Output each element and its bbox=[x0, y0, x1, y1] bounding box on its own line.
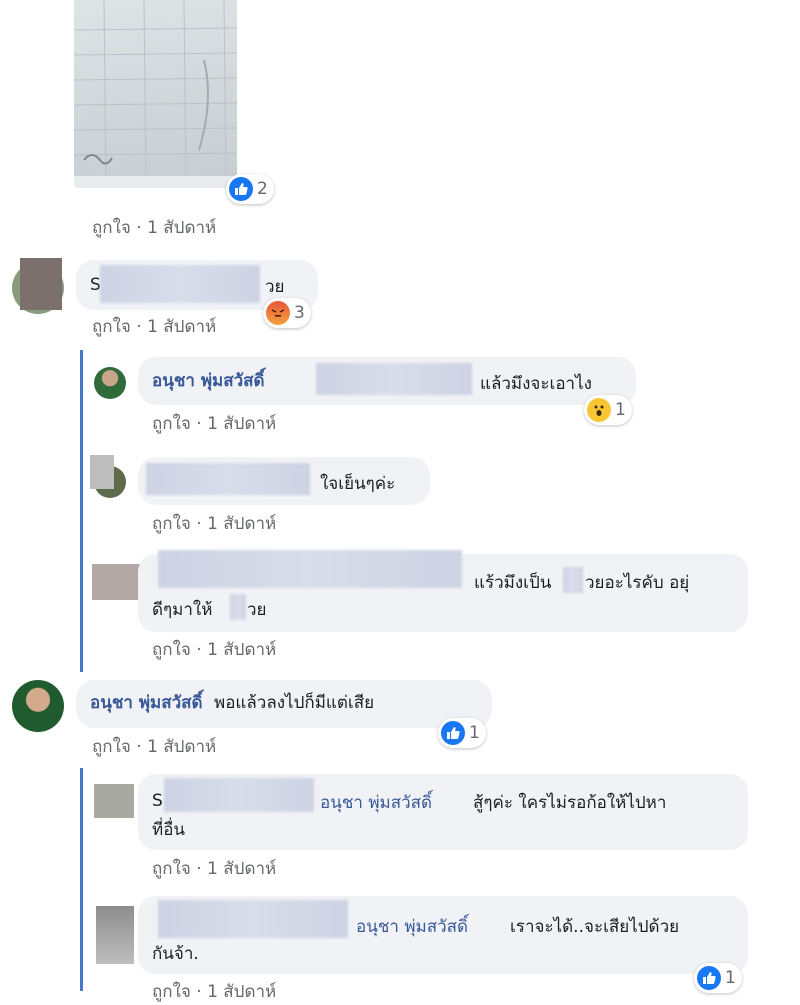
like-link[interactable]: ถูกใจ bbox=[152, 414, 191, 434]
avatar[interactable] bbox=[94, 784, 134, 818]
reaction-count: 3 bbox=[294, 303, 305, 323]
redacted-word bbox=[230, 594, 246, 620]
timestamp[interactable]: 1 สัปดาห์ bbox=[207, 640, 276, 660]
reaction-badge[interactable]: 3 bbox=[263, 298, 311, 328]
timestamp[interactable]: 1 สัปดาห์ bbox=[147, 737, 216, 757]
redacted-name bbox=[158, 900, 348, 938]
comment-meta: ถูกใจ · 1 สัปดาห์ bbox=[152, 414, 277, 434]
reply-text: ใจเย็นๆค่ะ bbox=[320, 474, 396, 494]
reply-text-line2: กันจ้า. bbox=[152, 944, 199, 964]
wow-icon bbox=[587, 398, 611, 422]
reply-thread-line bbox=[80, 768, 83, 991]
mention-link[interactable]: อนุชา พุ่มสวัสดิ์ bbox=[356, 913, 468, 940]
timestamp[interactable]: 1 สัปดาห์ bbox=[207, 514, 276, 534]
comment-bubble: อนุชา พุ่มสวัสดิ์ พอแล้วลงไปก็มีแต่เสีย bbox=[76, 680, 492, 728]
timestamp[interactable]: 1 สัปดาห์ bbox=[147, 317, 216, 337]
like-link[interactable]: ถูกใจ bbox=[152, 859, 191, 879]
reaction-count: 1 bbox=[725, 968, 736, 988]
reply-text-line1: แร้วมึงเป็น bbox=[474, 573, 552, 593]
reply-text-line2: ที่อื่น bbox=[152, 820, 186, 840]
reaction-badge[interactable]: 1 bbox=[694, 963, 742, 993]
comment-meta: ถูกใจ · 1 สัปดาห์ bbox=[152, 859, 277, 879]
timestamp[interactable]: 1 สัปดาห์ bbox=[207, 982, 276, 1002]
avatar[interactable] bbox=[96, 906, 134, 964]
author-name[interactable]: อนุชา พุ่มสวัสดิ์ bbox=[90, 693, 203, 713]
comment-text: พอแล้วลงไปก็มีแต่เสีย bbox=[214, 693, 375, 713]
reply-text: แล้วมึงจะเอาไง bbox=[480, 374, 592, 394]
comment-meta: ถูกใจ · 1 สัปดาห์ bbox=[152, 514, 277, 534]
reaction-count: 2 bbox=[257, 179, 268, 199]
reply-text-line1: สู้ๆค่ะ ใครไม่รอก้อให้ไปหา bbox=[473, 793, 667, 813]
like-link[interactable]: ถูกใจ bbox=[152, 982, 191, 1002]
like-link[interactable]: ถูกใจ bbox=[92, 317, 131, 337]
reaction-badge[interactable]: 1 bbox=[584, 395, 632, 425]
timestamp[interactable]: 1 สัปดาห์ bbox=[147, 218, 216, 238]
avatar-blur bbox=[90, 455, 114, 489]
reaction-count: 1 bbox=[469, 723, 480, 743]
author-name[interactable]: อนุชา พุ่มสวัสดิ์ bbox=[152, 371, 265, 391]
redacted-word bbox=[563, 567, 583, 593]
comment-meta: ถูกใจ · 1 สัปดาห์ bbox=[92, 317, 217, 337]
redacted-name bbox=[146, 463, 310, 495]
like-link[interactable]: ถูกใจ bbox=[92, 737, 131, 757]
like-icon bbox=[697, 966, 721, 990]
comment-image[interactable] bbox=[74, 0, 237, 188]
reply-text-line2: ดีๆมาให้ bbox=[152, 600, 213, 620]
like-link[interactable]: ถูกใจ bbox=[152, 514, 191, 534]
comment-text-tail: วย bbox=[265, 273, 285, 300]
reaction-badge[interactable]: 2 bbox=[226, 174, 274, 204]
comment-meta: ถูกใจ · 1 สัปดาห์ bbox=[92, 737, 217, 757]
avatar[interactable] bbox=[12, 680, 64, 732]
angry-icon bbox=[266, 301, 290, 325]
notebook-photo bbox=[74, 0, 237, 188]
avatar-blur bbox=[20, 258, 62, 310]
redacted-name bbox=[164, 778, 314, 812]
reply-text-prefix: S bbox=[152, 791, 163, 811]
redacted-name bbox=[158, 550, 462, 588]
comment-meta: ถูกใจ · 1 สัปดาห์ bbox=[152, 982, 277, 1002]
reply-text-line2b: วย bbox=[247, 600, 267, 620]
redacted-name bbox=[316, 363, 472, 395]
comment-meta: ถูกใจ · 1 สัปดาห์ bbox=[152, 640, 277, 660]
comment-meta: ถูกใจ · 1 สัปดาห์ bbox=[92, 218, 217, 238]
reaction-count: 1 bbox=[615, 400, 626, 420]
mention-link[interactable]: อนุชา พุ่มสวัสดิ์ bbox=[320, 789, 432, 816]
reply-thread-line bbox=[80, 350, 83, 672]
like-link[interactable]: ถูกใจ bbox=[152, 640, 191, 660]
like-icon bbox=[441, 721, 465, 745]
reaction-badge[interactable]: 1 bbox=[438, 718, 486, 748]
avatar[interactable] bbox=[92, 564, 144, 600]
reply-text-line1: เราจะได้..จะเสียไปด้วย bbox=[510, 917, 680, 937]
timestamp[interactable]: 1 สัปดาห์ bbox=[207, 414, 276, 434]
timestamp[interactable]: 1 สัปดาห์ bbox=[207, 859, 276, 879]
avatar[interactable] bbox=[94, 367, 126, 399]
like-link[interactable]: ถูกใจ bbox=[92, 218, 131, 238]
reply-text-line1b: วยอะไรคับ อยุ่ bbox=[585, 573, 690, 593]
like-icon bbox=[229, 177, 253, 201]
redacted-name bbox=[100, 265, 260, 303]
